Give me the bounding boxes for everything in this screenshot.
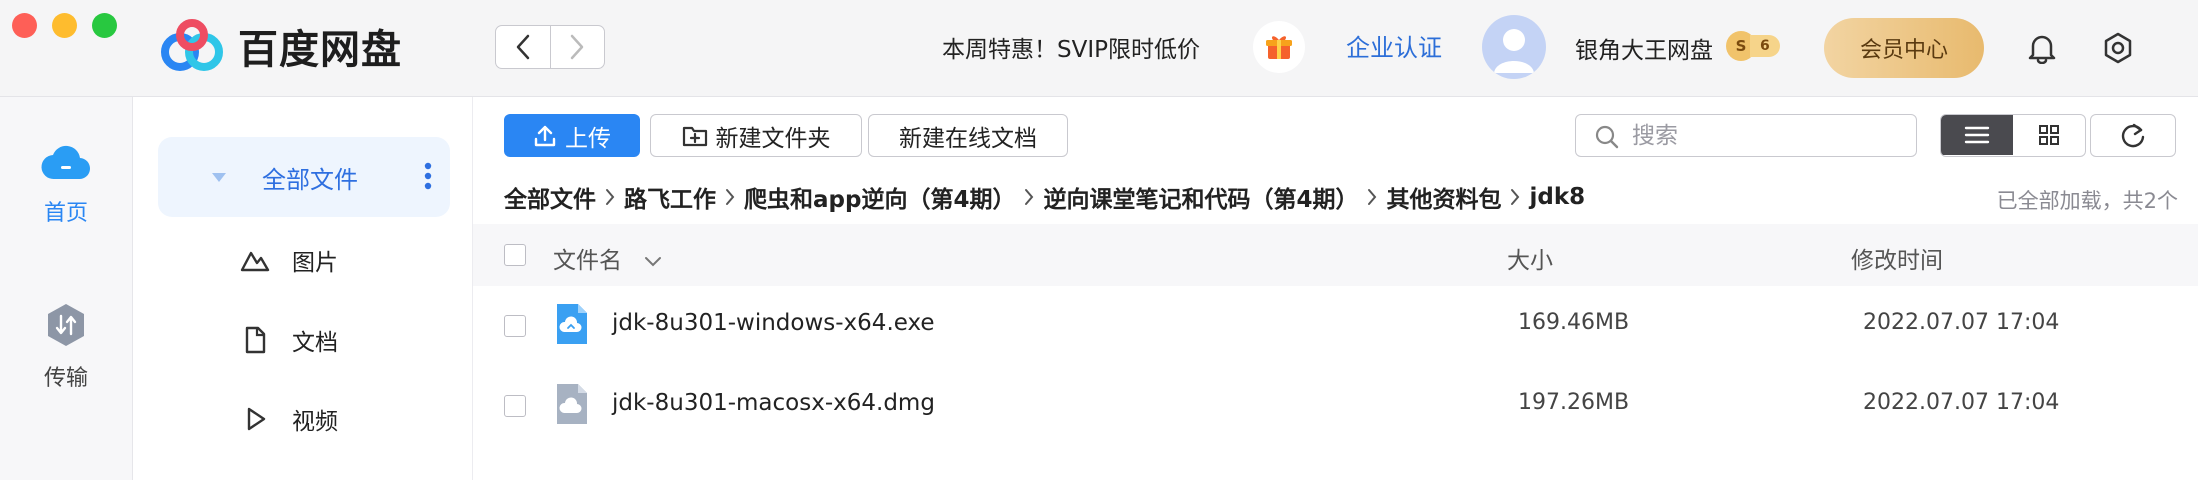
refresh-icon bbox=[2121, 123, 2145, 147]
gear-icon bbox=[2104, 32, 2132, 64]
load-status: 已全部加载，共2个 bbox=[1996, 189, 2178, 213]
maximize-window-button[interactable] bbox=[92, 13, 117, 38]
new-folder-button[interactable]: 新建文件夹 bbox=[650, 114, 862, 157]
breadcrumb-item[interactable]: 路飞工作 bbox=[624, 180, 716, 214]
upload-button[interactable]: 上传 bbox=[504, 114, 640, 157]
forward-button[interactable] bbox=[549, 26, 605, 68]
chevron-right-icon bbox=[1366, 188, 1378, 206]
table-row[interactable]: jdk-8u301-windows-x64.exe 169.46MB 2022.… bbox=[473, 286, 2198, 366]
sidebar-item-label: 图片 bbox=[292, 250, 338, 276]
file-size: 169.46MB bbox=[1518, 310, 1630, 335]
back-button[interactable] bbox=[496, 26, 550, 68]
sidebar-item-videos[interactable]: 视频 bbox=[240, 399, 338, 439]
document-icon bbox=[245, 326, 266, 354]
sidebar-item-label: 视频 bbox=[292, 409, 338, 435]
file-modified-time: 2022.07.07 17:04 bbox=[1863, 310, 2060, 335]
search-input[interactable] bbox=[1630, 121, 1904, 151]
chevron-right-icon bbox=[604, 188, 616, 206]
sidebar-all-files-label: 全部文件 bbox=[262, 166, 358, 194]
sidebar-item-label: 文档 bbox=[292, 330, 338, 356]
column-size-header[interactable]: 大小 bbox=[1507, 241, 1553, 275]
avatar[interactable] bbox=[1482, 15, 1546, 79]
vip-level: 6 bbox=[1750, 35, 1780, 57]
promo-text[interactable]: 本周特惠！SVIP限时低价 bbox=[942, 30, 1200, 64]
new-folder-icon bbox=[682, 126, 707, 146]
grid-icon bbox=[2039, 125, 2059, 145]
notifications-button[interactable] bbox=[2022, 28, 2062, 68]
rail-label-home: 首页 bbox=[43, 201, 88, 226]
title-bar: 百度网盘 本周特惠！SVIP限时低价 企业认证 银角大王网盘 S 6 会员中心 bbox=[0, 0, 2198, 97]
chevron-right-icon bbox=[1023, 188, 1035, 206]
breadcrumb-item[interactable]: 全部文件 bbox=[504, 180, 596, 214]
new-folder-label: 新建文件夹 bbox=[715, 125, 831, 152]
refresh-button[interactable] bbox=[2090, 114, 2176, 157]
svip-badge[interactable]: S 6 bbox=[1726, 31, 1780, 61]
list-view-button[interactable] bbox=[1941, 115, 2013, 155]
transfer-icon bbox=[48, 304, 84, 346]
column-name-header[interactable]: 文件名 bbox=[553, 241, 663, 275]
rail-item-transfer[interactable]: 传输 bbox=[0, 302, 132, 392]
sidebar-item-images[interactable]: 图片 bbox=[240, 240, 338, 280]
chevron-right-icon bbox=[724, 188, 736, 206]
breadcrumb-item[interactable]: 其他资料包 bbox=[1386, 180, 1501, 214]
rail-label-transfer: 传输 bbox=[43, 366, 88, 391]
column-modified-header[interactable]: 修改时间 bbox=[1851, 241, 1943, 275]
more-options-icon[interactable] bbox=[424, 161, 432, 191]
enterprise-auth-link[interactable]: 企业认证 bbox=[1346, 28, 1442, 63]
app-name: 百度网盘 bbox=[238, 27, 402, 73]
breadcrumb-item[interactable]: 逆向课堂笔记和代码（第4期） bbox=[1043, 180, 1358, 214]
breadcrumb: 全部文件 路飞工作 爬虫和app逆向（第4期） 逆向课堂笔记和代码（第4期） 其… bbox=[504, 181, 1585, 213]
search-icon bbox=[1595, 125, 1619, 149]
column-name-label: 文件名 bbox=[553, 248, 622, 274]
row-checkbox[interactable] bbox=[504, 395, 526, 417]
image-icon bbox=[240, 251, 270, 272]
table-row[interactable]: jdk-8u301-macosx-x64.dmg 197.26MB 2022.0… bbox=[473, 366, 2198, 446]
member-center-button[interactable]: 会员中心 bbox=[1824, 18, 1984, 78]
gift-icon bbox=[1266, 36, 1292, 59]
sidebar: 全部文件 图片 文档 视频 bbox=[133, 97, 473, 480]
settings-button[interactable] bbox=[2098, 28, 2138, 68]
upload-icon bbox=[534, 125, 556, 146]
video-icon bbox=[247, 407, 266, 431]
file-size: 197.26MB bbox=[1518, 390, 1630, 415]
sidebar-item-documents[interactable]: 文档 bbox=[240, 320, 338, 360]
breadcrumb-item[interactable]: 爬虫和app逆向（第4期） bbox=[744, 180, 1015, 214]
app-logo[interactable]: 百度网盘 bbox=[158, 18, 402, 74]
dmg-file-icon bbox=[557, 384, 587, 424]
breadcrumb-current: jdk8 bbox=[1529, 184, 1586, 210]
baidu-netdisk-window: 百度网盘 本周特惠！SVIP限时低价 企业认证 银角大王网盘 S 6 会员中心 … bbox=[0, 0, 2198, 480]
chevron-right-icon bbox=[1509, 188, 1521, 206]
file-browser: 上传 新建文件夹 新建在线文档 搜索 全部文件 路飞工作 爬虫和app逆向（第4… bbox=[473, 97, 2198, 480]
exe-file-icon bbox=[557, 304, 587, 344]
file-name[interactable]: jdk-8u301-macosx-x64.dmg bbox=[612, 390, 935, 416]
new-online-doc-button[interactable]: 新建在线文档 bbox=[868, 114, 1068, 157]
rail-item-home[interactable]: 首页 bbox=[0, 139, 132, 227]
cloud-icon bbox=[41, 145, 91, 180]
file-modified-time: 2022.07.07 17:04 bbox=[1863, 390, 2060, 415]
grid-view-button[interactable] bbox=[2013, 115, 2085, 155]
nav-rail: 首页 传输 bbox=[0, 97, 133, 480]
search-box[interactable] bbox=[1575, 114, 1917, 157]
list-icon bbox=[1964, 126, 1990, 144]
baidu-cloud-logo-icon bbox=[161, 19, 223, 71]
chevron-right-icon bbox=[571, 34, 584, 60]
user-avatar-icon bbox=[1494, 29, 1534, 73]
sidebar-item-all-files[interactable]: 全部文件 bbox=[158, 137, 450, 217]
gift-button[interactable] bbox=[1253, 21, 1305, 73]
caret-down-icon bbox=[212, 173, 226, 182]
select-all-checkbox[interactable] bbox=[504, 244, 526, 266]
bell-icon bbox=[2028, 35, 2056, 64]
close-window-button[interactable] bbox=[12, 13, 37, 38]
chevron-down-icon bbox=[645, 256, 662, 266]
chevron-left-icon bbox=[516, 34, 529, 60]
upload-label: 上传 bbox=[565, 125, 611, 152]
table-header: 文件名 大小 修改时间 bbox=[473, 224, 2198, 286]
username[interactable]: 银角大王网盘 bbox=[1575, 31, 1713, 65]
file-name[interactable]: jdk-8u301-windows-x64.exe bbox=[612, 310, 935, 336]
view-toggle bbox=[1940, 114, 2086, 157]
history-nav bbox=[495, 25, 605, 69]
minimize-window-button[interactable] bbox=[52, 13, 77, 38]
row-checkbox[interactable] bbox=[504, 315, 526, 337]
